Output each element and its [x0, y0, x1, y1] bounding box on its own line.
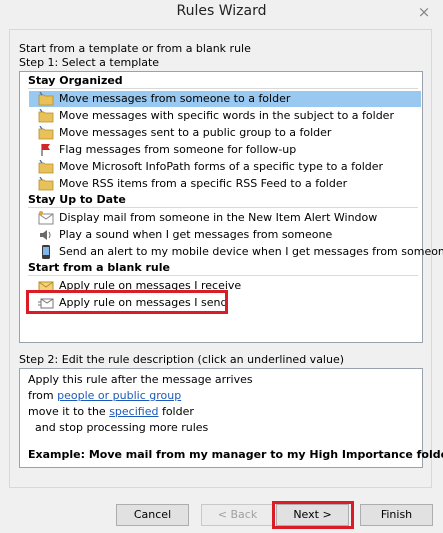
template-item-play-sound[interactable]: Play a sound when I get messages from so…: [29, 227, 332, 243]
desc-line-2: from people or public group: [28, 389, 181, 402]
highlight-apply-send: [26, 290, 228, 314]
template-item-label: Display mail from someone in the New Ite…: [59, 211, 378, 224]
group-header-stay-up-to-date: Stay Up to Date: [28, 193, 126, 206]
group-header-stay-organized: Stay Organized: [28, 74, 123, 87]
template-item-flag-follow-up[interactable]: Flag messages from someone for follow-up: [29, 142, 296, 158]
mobile-phone-icon: [42, 245, 50, 259]
group-header-blank-rule: Start from a blank rule: [28, 261, 170, 274]
desc-text: move it to the: [28, 405, 110, 418]
group-divider: [28, 207, 418, 208]
desc-line-4: and stop processing more rules: [28, 421, 209, 434]
template-item-label: Move messages with specific words in the…: [59, 109, 394, 122]
template-item-label: Flag messages from someone for follow-up: [59, 143, 297, 156]
step2-label: Step 2: Edit the rule description (click…: [19, 353, 345, 366]
title-bar: Rules Wizard ×: [0, 0, 443, 26]
folder-icon: [38, 109, 54, 123]
folder-icon: [38, 92, 54, 106]
step1-label: Step 1: Select a template: [19, 56, 160, 69]
desc-text: folder: [158, 405, 194, 418]
specified-folder-link[interactable]: specified: [109, 405, 158, 418]
desc-text: from: [28, 389, 58, 402]
example-text: Example: Move mail from my manager to my…: [28, 448, 443, 461]
template-item-infopath[interactable]: Move Microsoft InfoPath forms of a speci…: [29, 159, 383, 175]
intro-label: Start from a template or from a blank ru…: [19, 42, 251, 55]
template-item-rss[interactable]: Move RSS items from a specific RSS Feed …: [29, 176, 347, 192]
rule-description-box: Apply this rule after the message arrive…: [19, 368, 443, 468]
template-item-move-from-someone[interactable]: Move messages from someone to a folder: [29, 91, 421, 107]
cancel-button[interactable]: Cancel: [116, 504, 189, 526]
close-button[interactable]: ×: [413, 2, 435, 22]
highlight-next-button: [272, 501, 354, 529]
template-item-label: Move messages sent to a public group to …: [59, 126, 332, 139]
template-item-move-public-group[interactable]: Move messages sent to a public group to …: [29, 125, 331, 141]
template-item-label: Move messages from someone to a folder: [59, 92, 291, 105]
template-item-move-specific-words[interactable]: Move messages with specific words in the…: [29, 108, 394, 124]
desc-line-3: move it to the specified folder: [28, 405, 194, 418]
finish-button[interactable]: Finish: [360, 504, 433, 526]
group-divider: [28, 275, 418, 276]
envelope-alert-icon: [38, 211, 54, 225]
folder-icon: [38, 177, 54, 191]
folder-icon: [38, 126, 54, 140]
folder-icon: [38, 160, 54, 174]
template-item-label: Send an alert to my mobile device when I…: [59, 245, 443, 258]
template-item-label: Move RSS items from a specific RSS Feed …: [59, 177, 348, 190]
speaker-icon: [40, 230, 51, 240]
template-item-mobile-alert[interactable]: Send an alert to my mobile device when I…: [29, 244, 443, 260]
desc-line-1: Apply this rule after the message arrive…: [28, 373, 253, 386]
back-button[interactable]: < Back: [201, 504, 274, 526]
template-item-label: Move Microsoft InfoPath forms of a speci…: [59, 160, 384, 173]
template-item-new-item-alert[interactable]: Display mail from someone in the New Ite…: [29, 210, 377, 226]
people-or-public-group-link[interactable]: people or public group: [57, 389, 181, 402]
group-divider: [28, 88, 418, 89]
window-title: Rules Wizard: [176, 3, 267, 19]
template-item-label: Play a sound when I get messages from so…: [59, 228, 333, 241]
flag-icon: [41, 144, 50, 156]
